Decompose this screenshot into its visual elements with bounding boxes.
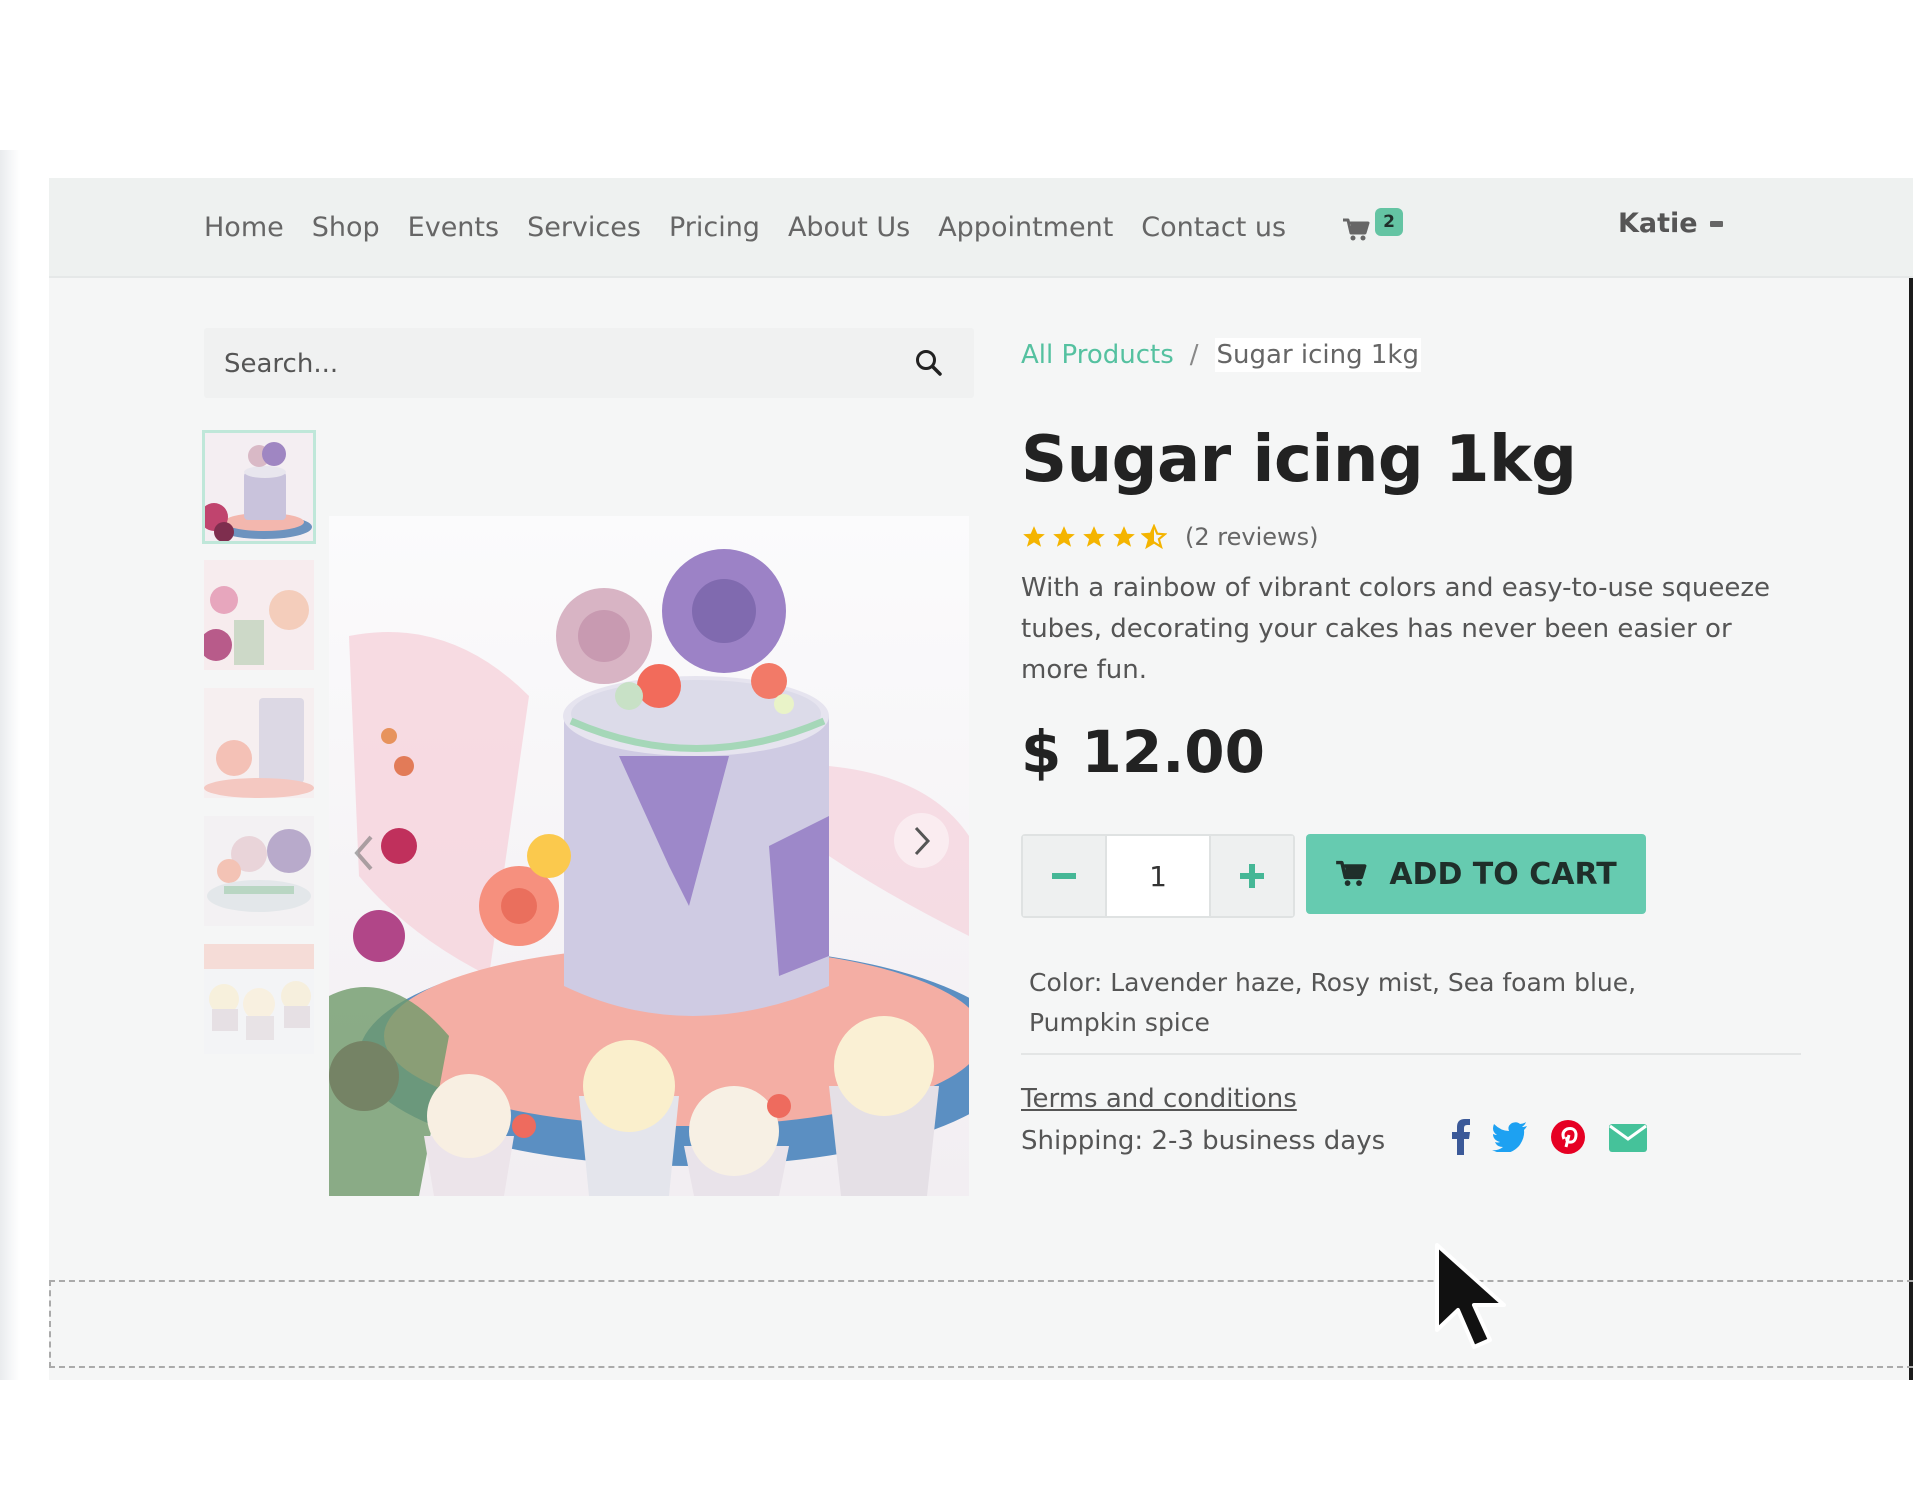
nav-about-us[interactable]: About Us [788, 212, 910, 243]
product-color-info: Color: Lavender haze, Rosy mist, Sea foa… [1029, 968, 1637, 1037]
main-product-image [329, 516, 969, 1196]
caret-down-icon [1709, 220, 1723, 227]
top-navbar: Home Shop Events Services Pricing About … [49, 178, 1913, 278]
pinterest-share-button[interactable] [1550, 1119, 1586, 1155]
star-half-icon [1141, 524, 1167, 550]
user-menu[interactable]: Katie [1618, 208, 1723, 239]
product-title: Sugar icing 1kg [1021, 423, 1577, 497]
nav-events[interactable]: Events [408, 212, 499, 243]
cake-thumbnail-image [204, 432, 314, 542]
window-shadow [0, 150, 20, 1380]
drop-zone [49, 1280, 1913, 1368]
nav-contact-us[interactable]: Contact us [1141, 212, 1286, 243]
mouse-cursor-icon [1435, 1243, 1506, 1349]
breadcrumb: All Products / Sugar icing 1kg [1021, 338, 1421, 372]
star-full-icon [1083, 526, 1105, 547]
chevron-right-icon [914, 826, 930, 855]
nav-home[interactable]: Home [204, 212, 284, 243]
email-icon [1609, 1124, 1647, 1152]
carousel-prev-button[interactable] [349, 833, 379, 873]
add-to-cart-label: ADD TO CART [1389, 856, 1617, 892]
thumbnail-3[interactable] [204, 688, 314, 798]
product-price: $ 12.00 [1021, 718, 1266, 786]
user-name: Katie [1618, 208, 1698, 239]
cart-count-badge: 2 [1375, 208, 1403, 236]
search-input[interactable] [222, 328, 866, 400]
terms-and-conditions-link[interactable]: Terms and conditions [1021, 1084, 1297, 1114]
facebook-share-button[interactable] [1452, 1119, 1470, 1155]
chevron-left-icon [354, 835, 373, 871]
thumbnail-5[interactable] [204, 944, 314, 1054]
pinterest-icon [1551, 1120, 1585, 1154]
twitter-share-button[interactable] [1492, 1122, 1528, 1152]
product-description: With a rainbow of vibrant colors and eas… [1021, 573, 1770, 685]
product-rating[interactable]: (2 reviews) [1021, 523, 1319, 551]
plus-icon [1240, 864, 1264, 888]
add-to-cart-button[interactable]: ADD TO CART [1306, 834, 1646, 914]
frame-edge [1909, 178, 1913, 1380]
quantity-increase-button[interactable] [1209, 836, 1293, 916]
facebook-icon [1452, 1119, 1470, 1155]
thumbnail-2[interactable] [204, 560, 314, 670]
shopping-cart-icon [1343, 218, 1370, 241]
breadcrumb-all-products[interactable]: All Products [1021, 340, 1174, 370]
minus-icon [1052, 873, 1076, 879]
lavender-cake-image [329, 516, 969, 1196]
cake-side-thumbnail-image [204, 688, 314, 798]
nav-cart-button[interactable]: 2 [1342, 208, 1412, 252]
divider [1021, 1053, 1801, 1055]
email-share-button[interactable] [1608, 1121, 1648, 1153]
star-full-icon [1023, 526, 1045, 547]
star-full-icon [1113, 526, 1135, 547]
thumbnail-1[interactable] [202, 430, 316, 544]
nav-pricing[interactable]: Pricing [669, 212, 760, 243]
share-icons [1452, 1119, 1670, 1155]
quantity-stepper [1021, 834, 1295, 918]
website-frame: Home Shop Events Services Pricing About … [49, 178, 1913, 1380]
breadcrumb-current: Sugar icing 1kg [1214, 338, 1421, 372]
nav-shop[interactable]: Shop [312, 212, 380, 243]
search-icon[interactable] [914, 348, 944, 378]
shopping-cart-icon [1336, 860, 1367, 886]
carousel-next-button[interactable] [894, 813, 949, 868]
flowers-thumbnail-image [204, 560, 314, 670]
review-count[interactable]: (2 reviews) [1185, 523, 1319, 551]
shipping-info: Shipping: 2-3 business days [1021, 1126, 1386, 1156]
cupcakes-thumbnail-image [204, 944, 314, 1054]
cake-topper-thumbnail-image [204, 816, 314, 926]
nav-menu: Home Shop Events Services Pricing About … [204, 178, 1314, 276]
thumbnail-4[interactable] [204, 816, 314, 926]
breadcrumb-separator: / [1189, 340, 1199, 370]
quantity-input[interactable] [1107, 836, 1209, 916]
search-bar [204, 328, 974, 400]
twitter-icon [1492, 1122, 1527, 1152]
nav-appointment[interactable]: Appointment [938, 212, 1113, 243]
nav-services[interactable]: Services [527, 212, 641, 243]
quantity-decrease-button[interactable] [1023, 836, 1107, 916]
star-full-icon [1053, 526, 1075, 547]
